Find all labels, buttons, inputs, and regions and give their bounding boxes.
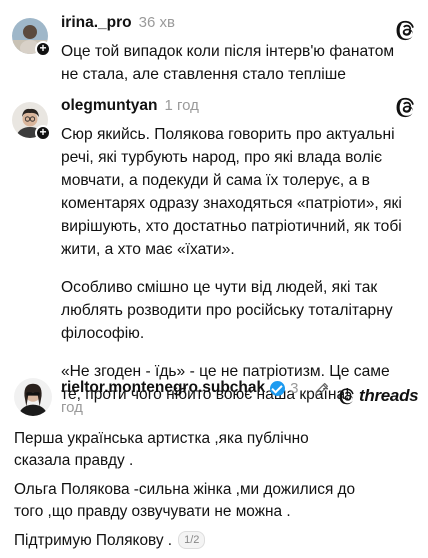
avatar-wrap[interactable]: + (12, 102, 51, 141)
post-header: olegmuntyan 1 год (61, 97, 199, 115)
post-paragraph: Перша українська артистка ,яка публічно … (14, 430, 309, 469)
post-paragraph: Особливо смішно це чути від людей, які т… (61, 279, 393, 342)
timestamp-unit: год (61, 399, 83, 416)
edit-pencil-icon[interactable] (313, 380, 331, 398)
page-indicator: 1/2 (178, 531, 206, 549)
post-body: Оце той випадок коли після інтерв'ю фана… (61, 40, 411, 86)
post-paragraph: Сюр якийсь. Полякова говорить про актуал… (61, 126, 402, 258)
post-header: irina._pro 36 хв (61, 14, 175, 32)
post-paragraph: Оце той випадок коли після інтерв'ю фана… (61, 43, 395, 83)
username[interactable]: rieltor.montenegro.subchak (61, 379, 265, 397)
timestamp-number: 3 (290, 379, 299, 397)
username[interactable]: irina._pro (61, 14, 132, 32)
timestamp: 1 год (164, 97, 199, 114)
threads-watermark: threads (339, 386, 419, 406)
post-paragraph: Ольга Полякова -сильна жінка ,ми дожилис… (14, 481, 356, 520)
post-body: Перша українська артистка ,яка публічно … (14, 428, 364, 552)
verified-badge-icon (270, 380, 286, 396)
avatar[interactable] (14, 378, 52, 416)
username[interactable]: olegmuntyan (61, 97, 157, 115)
threads-icon[interactable] (396, 96, 418, 118)
avatar-wrap[interactable]: + (12, 18, 51, 57)
timestamp: 36 хв (138, 14, 175, 31)
threads-logo-icon (339, 388, 354, 405)
threads-wordmark: threads (359, 386, 419, 405)
post-irina: + irina._pro 36 хв Оце той випадок коли … (0, 0, 428, 88)
post-rieltor: rieltor.montenegro.subchak 3 год threads… (0, 363, 428, 558)
follow-plus-icon[interactable]: + (35, 125, 51, 141)
post-header: rieltor.montenegro.subchak 3 год (61, 379, 301, 416)
post-olegmuntyan: + olegmuntyan 1 год Сюр якийсь. Полякова… (0, 88, 428, 403)
follow-plus-icon[interactable]: + (35, 41, 51, 57)
threads-icon[interactable] (396, 19, 418, 41)
post-paragraph-last: Підтримую Полякову . 1/2 (14, 530, 364, 552)
post-paragraph: Підтримую Полякову . (14, 532, 173, 549)
